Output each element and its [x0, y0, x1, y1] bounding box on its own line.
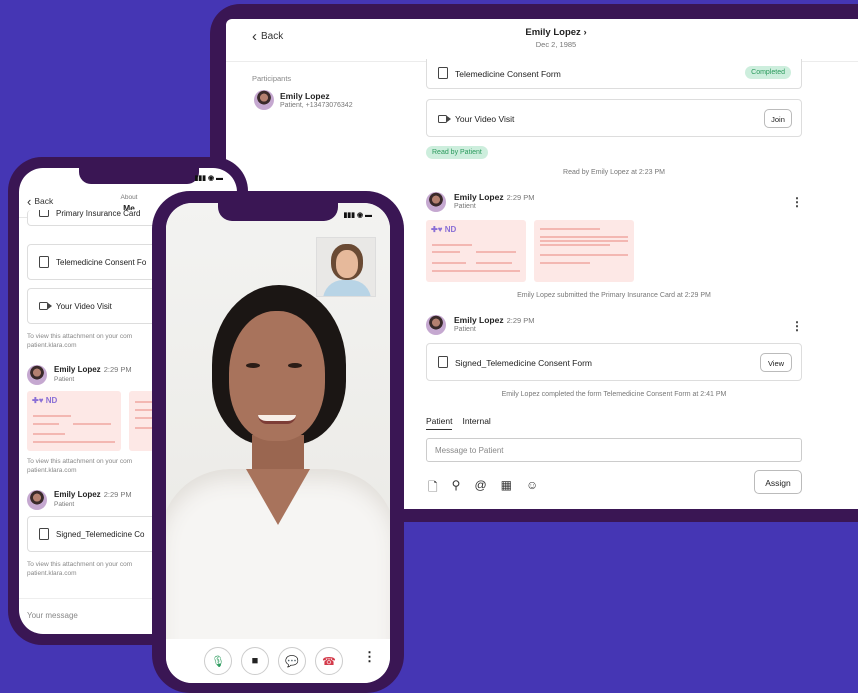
message-sender-role: Patient: [54, 501, 75, 508]
signed-form-card[interactable]: Signed_Telemedicine Consent Form View: [426, 343, 802, 381]
insurance-card-thumbnail-front[interactable]: ✚♥ ND: [27, 391, 121, 451]
insurance-card-thumbnail-front[interactable]: ✚♥ ND: [426, 220, 526, 282]
tab-patient[interactable]: Patient: [426, 416, 453, 430]
avatar: [426, 315, 446, 335]
message-sender: Emily Lopez 2:29 PM: [54, 490, 132, 499]
composer-tabs: Patient Internal: [426, 416, 491, 430]
avatar: [426, 192, 446, 212]
at-icon[interactable]: @: [474, 478, 486, 499]
microphone-icon[interactable]: 🎙: [204, 647, 232, 675]
read-note: Read by Emily Lopez at 2:23 PM: [563, 169, 665, 176]
status-bar-icons: ▮▮▮ ◉ ▬: [343, 212, 372, 219]
video-camera-icon: [39, 302, 52, 310]
more-options-icon[interactable]: ⋮: [791, 196, 803, 208]
message-sender: Emily Lopez 2:29 PM: [454, 315, 535, 325]
emoji-icon[interactable]: ☺: [526, 478, 538, 499]
more-options-icon[interactable]: ⋮: [791, 320, 803, 332]
insurance-card-thumbnail-back[interactable]: [534, 220, 634, 282]
call-controls: 🎙 ■ 💬 ☎: [166, 639, 390, 683]
patient-name-link[interactable]: Emily Lopez ›: [226, 27, 858, 38]
participants-label: Participants: [252, 74, 292, 83]
join-button[interactable]: Join: [764, 109, 792, 128]
signed-form-label: Signed_Telemedicine Consent Form: [455, 358, 593, 368]
document-icon: [438, 67, 448, 79]
message-input[interactable]: Message to Patient: [426, 438, 802, 462]
avatar: [27, 365, 47, 385]
chevron-right-icon: ›: [583, 27, 587, 38]
phone-video-screen: ▮▮▮ ◉ ▬ 🎙 ■ 💬 ☎ ⋮: [166, 203, 390, 683]
document-icon: [39, 528, 49, 540]
message-sender: Emily Lopez 2:29 PM: [454, 192, 535, 202]
message-sender-role: Patient: [454, 203, 476, 210]
document-icon: [39, 210, 49, 217]
view-button[interactable]: View: [760, 353, 792, 372]
insurance-submitted-note: Emily Lopez submitted the Primary Insura…: [517, 292, 711, 299]
paperclip-icon[interactable]: ⚲: [452, 478, 461, 499]
about-label: About: [120, 194, 138, 201]
self-view-thumbnail[interactable]: [316, 237, 376, 297]
document-icon: [438, 356, 448, 368]
camera-icon[interactable]: ■: [241, 647, 269, 675]
avatar: [254, 90, 274, 110]
assign-button[interactable]: Assign: [754, 470, 802, 494]
completed-badge: Completed: [745, 66, 791, 79]
consent-form-label: Telemedicine Consent Form: [455, 69, 561, 79]
hangup-icon[interactable]: ☎: [315, 647, 343, 675]
document-icon[interactable]: 🗋: [428, 478, 438, 499]
calendar-icon[interactable]: ▦: [501, 478, 512, 499]
thumb-logo: ✚♥ ND: [32, 396, 58, 405]
conversation-header: ‹ Back Emily Lopez › Dec 2, 1985: [226, 19, 858, 62]
thumb-logo: ✚♥ ND: [431, 225, 457, 234]
video-visit-card[interactable]: Your Video Visit Join: [426, 99, 802, 137]
form-completed-note: Emily Lopez completed the form Telemedic…: [501, 391, 727, 398]
avatar: [27, 490, 47, 510]
document-icon: [39, 256, 49, 268]
more-options-icon[interactable]: ⋮: [363, 650, 376, 663]
video-visit-label: Your Video Visit: [455, 114, 515, 124]
consent-form-card[interactable]: Telemedicine Consent Form Completed: [426, 59, 802, 89]
video-camera-icon: [438, 115, 451, 123]
phone-video-device: ▮▮▮ ◉ ▬ 🎙 ■ 💬 ☎ ⋮: [152, 191, 404, 693]
read-by-patient-badge: Read by Patient: [426, 146, 488, 159]
phone-notch: [218, 203, 338, 221]
participant-name: Emily Lopez: [280, 91, 330, 101]
chat-icon[interactable]: 💬: [278, 647, 306, 675]
message-sender: Emily Lopez 2:29 PM: [54, 365, 132, 374]
message-sender-role: Patient: [454, 326, 476, 333]
message-sender-role: Patient: [54, 376, 75, 383]
back-button[interactable]: ‹ Back: [27, 193, 53, 209]
composer-toolbar: 🗋 ⚲ @ ▦ ☺: [428, 478, 538, 499]
chevron-left-icon: ‹: [27, 193, 32, 209]
patient-dob: Dec 2, 1985: [535, 40, 577, 49]
tab-internal[interactable]: Internal: [462, 416, 490, 430]
participant-meta: Patient, +13473076342: [280, 102, 353, 109]
